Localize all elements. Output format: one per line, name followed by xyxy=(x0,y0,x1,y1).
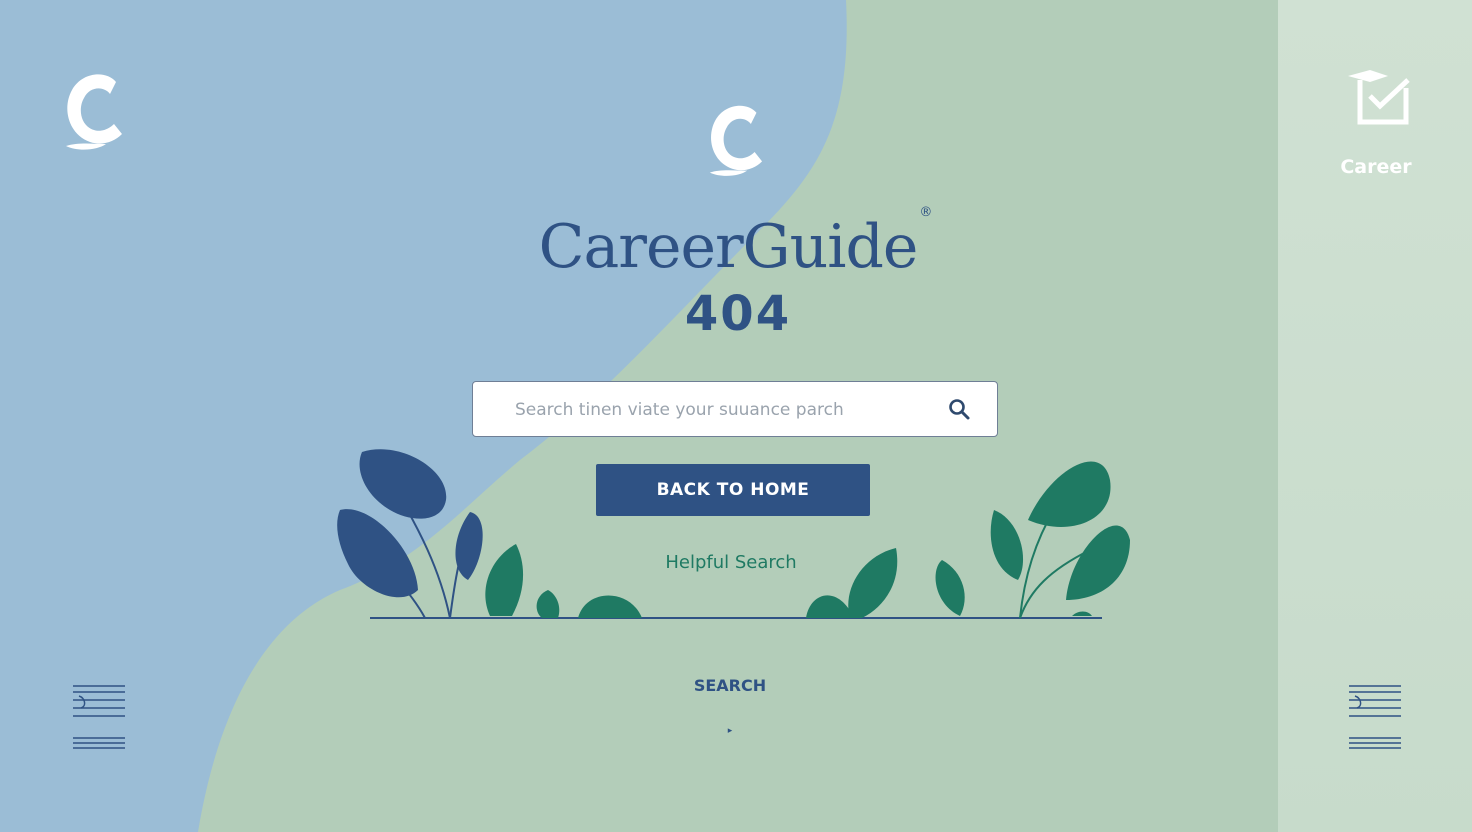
caret-right-icon[interactable]: ▸ xyxy=(724,726,736,740)
search-input[interactable] xyxy=(513,382,937,437)
brand-title: CareerGuide ® xyxy=(440,205,1030,282)
lines-icon-right xyxy=(1349,685,1401,749)
helpful-search-link[interactable]: Helpful Search xyxy=(600,552,862,573)
center-logo-c-icon xyxy=(702,96,768,180)
lines-icon-left xyxy=(73,685,125,749)
search-icon[interactable] xyxy=(947,397,971,421)
career-label[interactable]: Career xyxy=(1300,156,1452,178)
graduation-box-icon[interactable] xyxy=(1340,64,1414,130)
search-link[interactable]: SEARCH xyxy=(660,676,800,695)
back-to-home-button[interactable]: BACK TO HOME xyxy=(596,464,870,516)
logo-c-icon xyxy=(58,64,128,154)
brand-name: CareerGuide xyxy=(538,212,919,282)
search-bar xyxy=(472,381,998,437)
registered-mark: ® xyxy=(919,205,932,220)
error-code: 404 xyxy=(684,286,792,342)
